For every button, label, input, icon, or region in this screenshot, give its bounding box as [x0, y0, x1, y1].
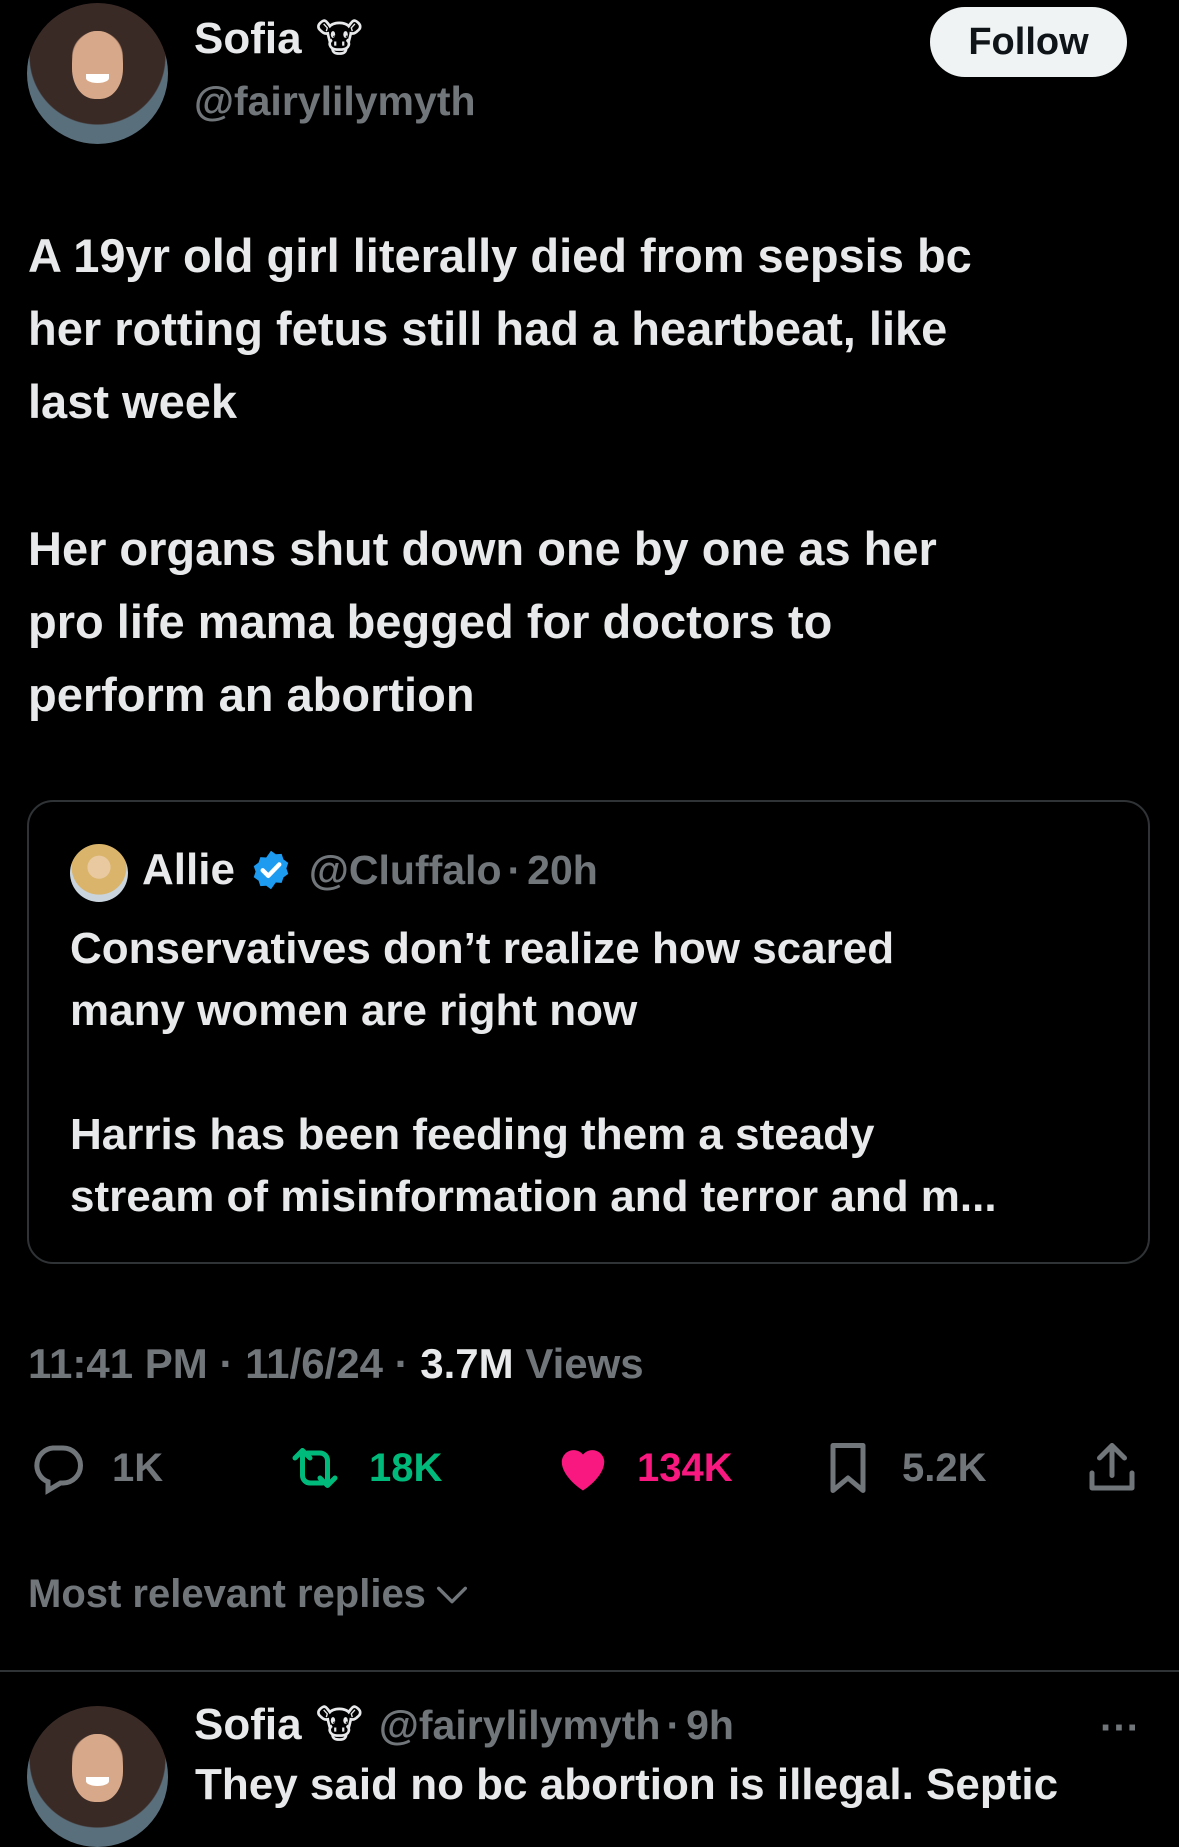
cow-emoji-icon: 🐮: [315, 1703, 363, 1747]
share-icon: [1089, 1443, 1135, 1491]
cow-emoji-icon: 🐮: [315, 17, 363, 61]
author-avatar[interactable]: [27, 3, 168, 144]
verified-badge-icon: [249, 848, 293, 892]
quoted-author-name: Allie: [142, 845, 235, 894]
heart-icon: [561, 1450, 605, 1491]
author-handle[interactable]: @fairylilymyth: [194, 78, 476, 125]
quoted-text-paragraph-1: Conservatives don’t realize how scared m…: [70, 924, 895, 1035]
tweet-time: 11:41 PM: [28, 1340, 208, 1387]
reply-sort-dropdown[interactable]: Most relevant replies: [28, 1572, 472, 1617]
bookmark-button[interactable]: 5.2K: [818, 1438, 987, 1498]
tweet-text-paragraph-2: Her organs shut down one by one as her p…: [28, 522, 937, 721]
quoted-author-handle: @Cluffalo: [308, 846, 502, 893]
like-count: 134K: [637, 1445, 733, 1490]
author-name[interactable]: Sofia: [194, 14, 302, 64]
reply-separator: ·: [666, 1701, 681, 1748]
divider: [0, 1670, 1179, 1672]
quoted-time: 20h: [527, 846, 598, 893]
reply-count: 1K: [112, 1445, 164, 1490]
reply-author-name[interactable]: Sofia: [194, 1700, 302, 1750]
repost-count: 18K: [369, 1445, 443, 1490]
tweet-text-paragraph-1: A 19yr old girl literally died from seps…: [28, 229, 972, 428]
repost-button[interactable]: 18K: [285, 1438, 442, 1498]
chevron-down-icon: [436, 1586, 467, 1603]
reply-icon: [34, 1445, 83, 1495]
bookmark-icon: [830, 1443, 866, 1493]
views-count: 3.7M: [420, 1340, 514, 1387]
share-button[interactable]: [1082, 1438, 1142, 1498]
tweet-meta: 11:41 PM · 11/6/24 · 3.7M Views: [28, 1340, 644, 1388]
views-label: Views: [525, 1340, 644, 1387]
reply-sort-label: Most relevant replies: [28, 1572, 426, 1616]
reply-author-avatar[interactable]: [27, 1706, 168, 1847]
repost-icon: [292, 1448, 338, 1488]
more-options-icon[interactable]: ···: [1100, 1706, 1140, 1751]
follow-button[interactable]: Follow: [930, 7, 1127, 77]
quoted-author-avatar: [70, 844, 128, 902]
quoted-separator: ·: [507, 846, 522, 893]
meta-separator: ·: [219, 1340, 234, 1387]
reply-author-handle[interactable]: @fairylilymyth: [379, 1702, 661, 1749]
quoted-text-paragraph-2: Harris has been feeding them a steady st…: [70, 1110, 997, 1221]
like-button[interactable]: 134K: [553, 1438, 733, 1498]
reply-text: They said no bc abortion is illegal. Sep…: [195, 1760, 1059, 1809]
meta-separator: ·: [394, 1340, 409, 1387]
bookmark-count: 5.2K: [902, 1445, 987, 1490]
reply-time: 9h: [686, 1701, 734, 1748]
reply-button[interactable]: 1K: [28, 1438, 163, 1498]
tweet-date: 11/6/24: [245, 1340, 383, 1387]
